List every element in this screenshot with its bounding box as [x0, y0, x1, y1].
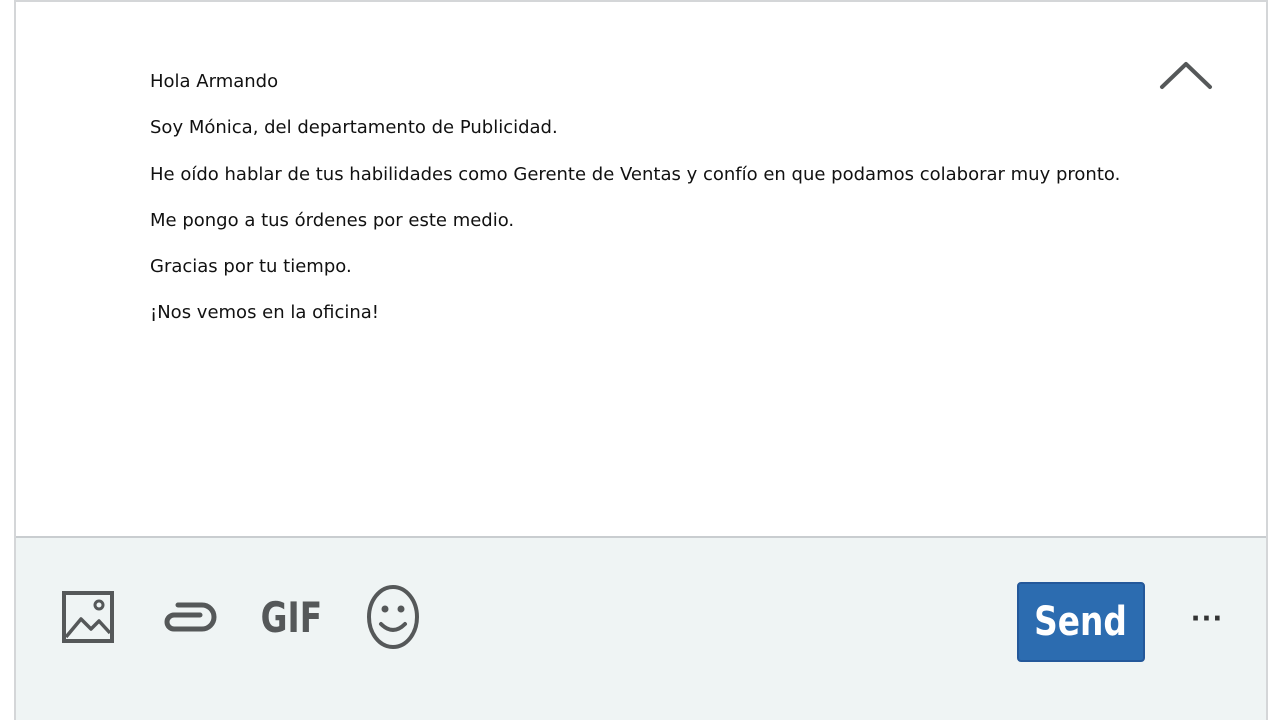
- message-line: Me pongo a tus órdenes por este medio.: [150, 209, 515, 231]
- chevron-up-icon: [1160, 62, 1212, 89]
- message-body[interactable]: Hola Armando Soy Mónica, del departament…: [150, 68, 1150, 346]
- message-line: ¡Nos vemos en la oficina!: [150, 302, 380, 324]
- more-options-button[interactable]: ···: [1182, 604, 1232, 634]
- message-line: Gracias por tu tiempo.: [150, 256, 352, 278]
- compose-toolbar: GIF Send ···: [16, 536, 1266, 720]
- image-icon: [62, 591, 114, 643]
- gif-icon: GIF: [260, 592, 322, 642]
- send-label: Send: [1034, 599, 1128, 645]
- collapse-button[interactable]: [1158, 58, 1214, 92]
- gif-button[interactable]: GIF: [260, 584, 322, 650]
- emoji-button[interactable]: [364, 584, 422, 650]
- paperclip-icon: [164, 602, 217, 632]
- attach-file-button[interactable]: [156, 584, 220, 650]
- send-button[interactable]: Send: [1017, 582, 1145, 662]
- more-icon: ···: [1190, 604, 1224, 634]
- attach-image-button[interactable]: [58, 584, 118, 650]
- message-line: Hola Armando: [150, 71, 279, 92]
- message-line: Soy Mónica, del departamento de Publicid…: [150, 117, 558, 139]
- message-line: He oído hablar de tus habilidades como G…: [150, 163, 1121, 185]
- smiley-icon: [367, 585, 419, 649]
